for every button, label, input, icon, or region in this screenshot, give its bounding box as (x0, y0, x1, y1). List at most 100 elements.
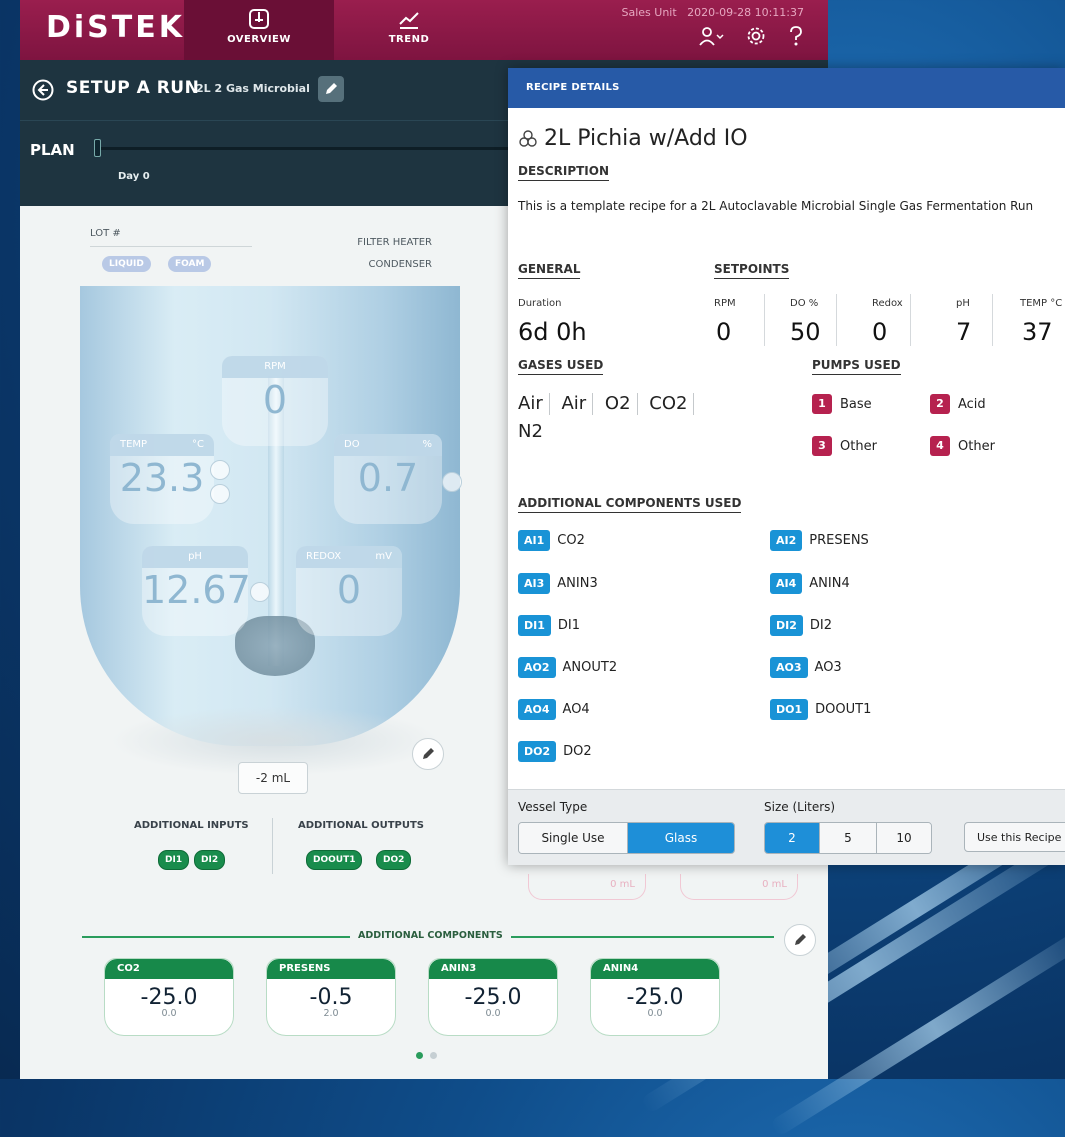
component-card[interactable]: ANIN4 -25.0 0.0 (590, 958, 720, 1036)
component-used: AO4 AO4 (518, 699, 590, 720)
pump-number: 3 (812, 436, 832, 456)
component-name: ANIN4 (591, 959, 719, 979)
pump-name: Acid (958, 396, 986, 412)
redox-label: REDOX (306, 551, 342, 562)
output-pill[interactable]: DO2 (376, 850, 412, 870)
tab-overview[interactable]: OVERVIEW (184, 0, 334, 60)
pump-ghost: 0 mL (528, 874, 646, 900)
edit-setup-button[interactable] (318, 76, 344, 102)
size-toggle: 2 5 10 (764, 822, 932, 854)
redox-gauge[interactable]: REDOX mV 0 (296, 546, 402, 636)
edit-vessel-button[interactable] (412, 738, 444, 770)
rpm-label: RPM (264, 361, 286, 372)
vessel-type-glass[interactable]: Glass (628, 823, 734, 853)
foam-pill[interactable]: FOAM (168, 256, 212, 272)
tab-trend[interactable]: TREND (334, 0, 484, 60)
pump-item: 3 Other (812, 436, 877, 456)
component-tag: AI4 (770, 573, 803, 594)
additional-components-label: ADDITIONAL COMPONENTS (350, 930, 511, 941)
plan-marker[interactable] (94, 139, 101, 157)
input-pill[interactable]: DI1 (158, 850, 190, 870)
size-2[interactable]: 2 (765, 823, 820, 853)
setpoint-divider (764, 294, 765, 346)
input-pill[interactable]: DI2 (194, 850, 226, 870)
pencil-icon (326, 83, 337, 94)
page-dot-active[interactable] (416, 1052, 423, 1059)
component-card[interactable]: PRESENS -0.5 2.0 (266, 958, 396, 1036)
component-value: -25.0 (626, 985, 684, 1010)
do-gauge[interactable]: DO% 0.7 (334, 434, 442, 524)
component-name: PRESENS (267, 959, 395, 979)
component-used: AI2 PRESENS (770, 530, 869, 551)
component-used: AI3 ANIN3 (518, 573, 598, 594)
vessel-type-single-use[interactable]: Single Use (519, 823, 628, 853)
component-value: -0.5 (309, 985, 353, 1010)
component-tag: DO2 (518, 741, 557, 762)
recipe-title-text: 2L Pichia w/Add IO (544, 126, 748, 151)
component-tag: AO3 (770, 657, 808, 678)
component-used: AO3 AO3 (770, 657, 842, 678)
gas-item: N2 (518, 421, 543, 442)
component-used-name: DI1 (557, 618, 581, 633)
tab-trend-label: TREND (388, 34, 430, 45)
component-tag: AO4 (518, 699, 556, 720)
back-icon[interactable] (32, 79, 54, 101)
component-name: CO2 (105, 959, 233, 979)
component-value: -25.0 (140, 985, 198, 1010)
gas-divider (548, 393, 550, 415)
size-10[interactable]: 10 (877, 823, 931, 853)
recipe-description: This is a template recipe for a 2L Autoc… (518, 199, 1034, 213)
gear-icon[interactable] (746, 26, 766, 46)
output-pill[interactable]: DOOUT1 (306, 850, 363, 870)
help-icon[interactable] (788, 26, 804, 46)
sparger-icon (442, 472, 462, 492)
pump-name: Other (958, 438, 995, 454)
component-tag: AI1 (518, 530, 551, 551)
lot-divider (90, 246, 252, 247)
setpoint-label: RPM (714, 298, 736, 309)
liquid-pill[interactable]: LIQUID (102, 256, 151, 272)
ph-gauge[interactable]: pH 12.67 (142, 546, 251, 636)
component-card[interactable]: ANIN3 -25.0 0.0 (428, 958, 558, 1036)
user-icon[interactable] (698, 26, 724, 46)
component-used-name: ANIN4 (809, 576, 850, 591)
setpoint-divider (992, 294, 993, 346)
setpoint-label: DO % (790, 298, 819, 309)
setpoint-divider (910, 294, 911, 346)
volume-button[interactable]: -2 mL (238, 762, 308, 794)
ph-probe-icon (250, 582, 270, 602)
setpoint-value: 50 (790, 318, 821, 346)
use-recipe-button[interactable]: Use this Recipe (964, 822, 1065, 852)
heater-labels: FILTER HEATER CONDENSER (292, 232, 432, 276)
component-card[interactable]: CO2 -25.0 0.0 (104, 958, 234, 1036)
component-name: ANIN3 (429, 959, 557, 979)
component-used-name: PRESENS (809, 533, 869, 548)
component-value: -25.0 (464, 985, 522, 1010)
component-tag: DO1 (770, 699, 809, 720)
duration-value: 6d 0h (518, 318, 587, 346)
snowflake-icon (210, 460, 230, 480)
size-5[interactable]: 5 (820, 823, 877, 853)
setpoint-label: pH (956, 298, 970, 309)
setpoint-value: 7 (956, 318, 972, 346)
temp-gauge[interactable]: TEMP °C 23.3 (110, 434, 214, 524)
gas-divider (592, 393, 594, 415)
gas-item: Air (561, 393, 587, 414)
component-used: DO2 DO2 (518, 741, 592, 762)
pump-number: 2 (930, 394, 950, 414)
additional-inputs-label: ADDITIONAL INPUTS (134, 820, 249, 831)
general-heading: GENERAL (518, 262, 581, 279)
redox-unit: mV (375, 551, 392, 562)
recipe-details-dialog: RECIPE DETAILS 2L Pichia w/Add IO DESCRI… (508, 68, 1065, 865)
component-used: AO2 ANOUT2 (518, 657, 617, 678)
temp-label: TEMP (120, 439, 148, 450)
gas-item: O2 (604, 393, 631, 414)
pump-item: 1 Base (812, 394, 872, 414)
page-dot[interactable] (430, 1052, 437, 1059)
datetime: 2020-09-28 10:11:37 (687, 6, 804, 19)
component-used-name: CO2 (557, 533, 585, 548)
plan-track[interactable] (98, 147, 518, 150)
component-tag: DI1 (518, 615, 551, 636)
rpm-gauge[interactable]: RPM 0 (222, 356, 328, 446)
edit-components-button[interactable] (784, 924, 816, 956)
